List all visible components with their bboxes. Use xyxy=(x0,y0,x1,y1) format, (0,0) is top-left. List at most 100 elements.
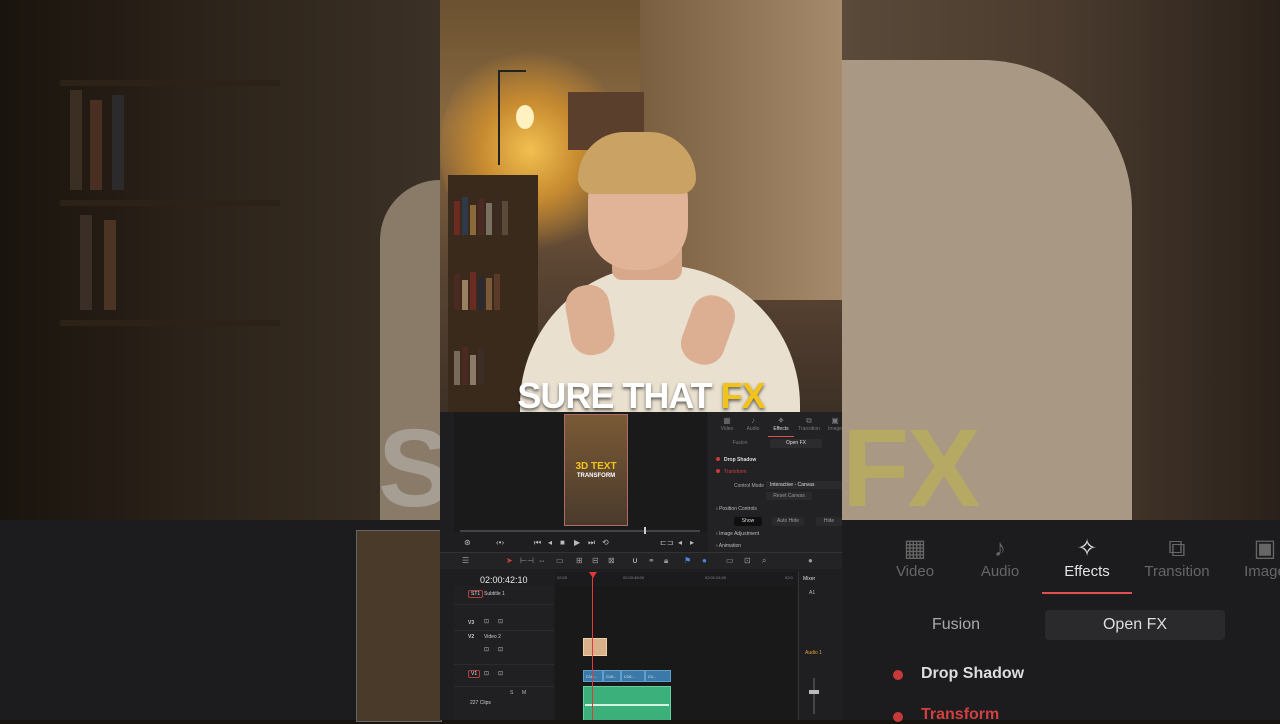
overwrite-clip-icon[interactable]: ⊟ xyxy=(592,556,599,565)
selection-tool-icon[interactable]: ➤ xyxy=(506,556,513,565)
control-mode-select[interactable]: Interactive - Canvas xyxy=(766,481,842,489)
marker-icon[interactable]: ● xyxy=(702,556,707,565)
workspace-icon[interactable]: ⊛ xyxy=(464,538,471,547)
loop-icon[interactable]: ⟲ xyxy=(602,538,609,547)
transport-controls: ⊛ ‹•› ⏮ ◂ ■ ▶ ⏭ ⟲ ⊏⊐ ◂ ▸ xyxy=(456,538,706,550)
big-tab-audio: ♪ Audio xyxy=(955,535,1045,580)
stop-icon[interactable]: ■ xyxy=(560,538,565,547)
reset-canvas-button[interactable]: Reset Canvas xyxy=(766,492,812,500)
magic-wand-icon: ✧ xyxy=(1076,535,1098,562)
drop-shadow-label: Drop Shadow xyxy=(724,457,757,463)
solo-button[interactable]: S xyxy=(510,690,513,696)
viewer-frame[interactable]: 3D TEXT TRANSFORM xyxy=(564,414,628,526)
clip-count: 227 Clips xyxy=(470,700,491,706)
image-icon: ▣ xyxy=(831,416,839,425)
toggle-dot-icon[interactable] xyxy=(716,457,720,461)
lock-icon[interactable]: ⊡ xyxy=(484,618,489,625)
big-transform-dot xyxy=(893,712,903,722)
tab-image[interactable]: ▣ Image xyxy=(822,416,842,432)
zoom-detail-icon[interactable]: ⊡ xyxy=(744,556,751,565)
transition-icon: ⧉ xyxy=(1168,535,1186,562)
mixer-fader[interactable] xyxy=(813,678,815,714)
background-book xyxy=(112,95,124,190)
out-icon[interactable]: ▸ xyxy=(690,538,694,547)
zoom-fit-icon[interactable]: ▭ xyxy=(726,556,734,565)
tab-effects[interactable]: ✧ Effects xyxy=(768,416,794,437)
skip-back-icon[interactable]: ⏮ xyxy=(534,538,541,548)
transform-row[interactable]: Transform xyxy=(716,469,747,475)
skip-forward-icon[interactable]: ⏭ xyxy=(588,538,595,548)
big-tab-image: ▣Image xyxy=(1220,535,1280,580)
snapping-icon[interactable]: ∪ xyxy=(632,556,638,565)
blade-tool-icon[interactable]: ▭ xyxy=(556,556,564,565)
zoom-slider-icon[interactable]: ● xyxy=(808,556,813,565)
position-controls-header[interactable]: › Position Controls xyxy=(716,506,757,512)
lock-icon[interactable]: 🔒︎ xyxy=(664,556,668,566)
jog-icon[interactable]: ‹•› xyxy=(496,538,504,547)
hide-button[interactable]: Hide xyxy=(816,517,842,526)
viewer-scrubber[interactable] xyxy=(460,530,700,532)
big-tab-label: Image xyxy=(1244,563,1280,580)
tab-transition[interactable]: ⧉ Transition xyxy=(796,416,822,432)
track-name: Subtitle 1 xyxy=(484,591,505,597)
track-a1[interactable]: 227 Clips S M xyxy=(454,686,554,720)
toggle-dot-icon[interactable] xyxy=(716,469,720,473)
lock-icon[interactable]: ⊡ xyxy=(484,646,489,653)
active-tab-underline xyxy=(1042,592,1132,594)
insert-clip-icon[interactable]: ⊞ xyxy=(576,556,583,565)
show-button[interactable]: Show xyxy=(734,517,762,526)
track-st1[interactable]: ST1 Subtitle 1 xyxy=(454,586,554,605)
flag-icon[interactable]: ⚑ xyxy=(684,556,691,565)
eye-icon[interactable]: ⊡ xyxy=(498,618,503,625)
step-back-icon[interactable]: ◂ xyxy=(548,538,552,547)
replace-clip-icon[interactable]: ⊠ xyxy=(608,556,615,565)
person-hair xyxy=(578,132,696,194)
link-icon[interactable]: ⚭ xyxy=(648,556,655,565)
title-clip[interactable] xyxy=(583,638,607,656)
video-clip[interactable]: C10... xyxy=(583,670,603,682)
background-editor-left xyxy=(0,520,442,722)
trim-tool-icon[interactable]: ⊢⊣ xyxy=(520,556,534,565)
big-tab-transition: ⧉ Transition xyxy=(1132,535,1222,580)
track-v2[interactable]: V2 Video 2 ⊡ ⊡ xyxy=(454,630,554,665)
track-headers: ST1 Subtitle 1 V3 ⊡ ⊡ V2 Video 2 ⊡ ⊡ V1 … xyxy=(454,586,554,720)
control-mode-label: Control Mode xyxy=(734,483,765,489)
tab-label: Audio xyxy=(746,426,760,432)
video-clip[interactable]: C1... xyxy=(645,670,671,682)
play-icon[interactable]: ▶ xyxy=(574,538,580,547)
big-tab-label: Video xyxy=(895,563,935,580)
subtab-openfx[interactable]: Open FX xyxy=(770,439,822,448)
track-v3[interactable]: V3 ⊡ ⊡ xyxy=(454,616,554,631)
drop-shadow-row[interactable]: Drop Shadow xyxy=(716,457,756,463)
big-tab-label: Audio xyxy=(980,563,1020,580)
video-clip[interactable]: C10... xyxy=(603,670,621,682)
track-label: V2 xyxy=(468,634,475,640)
background-book xyxy=(90,100,102,190)
tab-video[interactable]: ▦ Video xyxy=(714,416,740,432)
film-icon: ▦ xyxy=(723,416,731,425)
timeline-view-icon[interactable]: ☰ xyxy=(462,556,469,565)
dynamic-trim-icon[interactable]: ⇔ xyxy=(538,556,546,565)
mute-button[interactable]: M xyxy=(522,690,526,696)
background-shelf xyxy=(60,320,280,326)
eye-icon[interactable]: ⊡ xyxy=(498,646,503,653)
tab-audio[interactable]: ♪ Audio xyxy=(740,416,766,432)
zoom-custom-icon[interactable]: ⌕ xyxy=(762,556,766,566)
playhead[interactable] xyxy=(592,572,593,720)
fader-knob[interactable] xyxy=(809,690,819,694)
match-frame-icon[interactable]: ⊏⊐ xyxy=(660,538,673,547)
in-icon[interactable]: ◂ xyxy=(678,538,682,547)
audio-waveform xyxy=(585,704,669,706)
track-v1[interactable]: V1 ⊡ ⊡ xyxy=(454,664,554,687)
animation-header[interactable]: › Animation xyxy=(716,543,741,549)
auto-hide-button[interactable]: Auto Hide xyxy=(772,517,804,526)
big-drop-shadow-label: Drop Shadow xyxy=(921,665,1025,682)
subtab-fusion[interactable]: Fusion xyxy=(714,439,766,448)
eye-icon[interactable]: ⊡ xyxy=(498,670,503,677)
video-clip[interactable]: C10... xyxy=(621,670,645,682)
audio-clip[interactable] xyxy=(583,686,671,720)
playhead-handle[interactable] xyxy=(589,572,597,578)
lock-icon[interactable]: ⊡ xyxy=(484,670,489,677)
image-adjustment-header[interactable]: › Image Adjustment xyxy=(716,531,759,537)
scrubber-handle[interactable] xyxy=(644,527,646,534)
